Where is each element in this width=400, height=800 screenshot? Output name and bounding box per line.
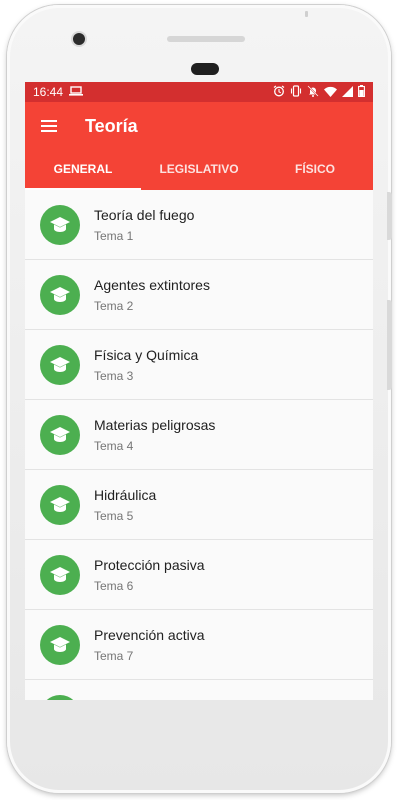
graduation-cap-icon (40, 554, 80, 595)
front-camera (73, 33, 85, 45)
item-subtitle: Tema 6 (94, 578, 134, 593)
graduation-cap-icon (40, 624, 80, 665)
wifi-icon (324, 86, 337, 99)
graduation-cap-icon (40, 274, 80, 315)
alarm-icon (273, 85, 285, 99)
item-title: Agentes extintores (94, 276, 210, 293)
item-title: Prevención activa (94, 626, 205, 643)
item-title: Teoría del fuego (94, 206, 195, 223)
list-item[interactable]: Teoría del fuego Tema 1 (25, 190, 373, 260)
list-item[interactable]: Agentes extintores Tema 2 (25, 260, 373, 330)
top-microphone (305, 11, 308, 17)
list-item[interactable]: Materias peligrosas Tema 4 (25, 400, 373, 470)
graduation-cap-icon (40, 344, 80, 385)
proximity-sensor (191, 63, 219, 75)
graduation-cap-icon (40, 694, 80, 700)
menu-icon[interactable] (41, 120, 57, 132)
battery-icon (358, 85, 365, 99)
list-item[interactable]: Física y Química Tema 3 (25, 330, 373, 400)
item-subtitle: Tema 3 (94, 368, 134, 383)
item-title: Materias peligrosas (94, 416, 216, 433)
item-title: Física y Química (94, 346, 199, 363)
topic-list: Teoría del fuego Tema 1 Agentes extintor… (25, 190, 373, 700)
item-subtitle: Tema 4 (94, 438, 134, 453)
graduation-cap-icon (40, 484, 80, 525)
tab-legislativo[interactable]: LEGISLATIVO (141, 150, 257, 190)
page-title: Teoría (85, 115, 138, 136)
item-subtitle: Tema 2 (94, 298, 134, 313)
notifications-off-icon (307, 85, 319, 99)
item-subtitle: Tema 7 (94, 648, 134, 663)
list-item-partial[interactable] (25, 680, 373, 700)
graduation-cap-icon (40, 414, 80, 455)
list-item[interactable]: Prevención activa Tema 7 (25, 610, 373, 680)
graduation-cap-icon (40, 204, 80, 245)
tab-bar: GENERAL LEGISLATIVO FÍSICO (25, 150, 373, 190)
item-title: Hidráulica (94, 486, 157, 503)
tab-general[interactable]: GENERAL (25, 150, 141, 190)
list-item[interactable]: Protección pasiva Tema 6 (25, 540, 373, 610)
laptop-icon (69, 85, 84, 99)
status-bar: 16:44 (25, 82, 373, 102)
status-time: 16:44 (33, 85, 64, 99)
vibrate-icon (290, 85, 302, 99)
item-subtitle: Tema 1 (94, 228, 134, 243)
volume-button (387, 300, 392, 390)
signal-icon (342, 85, 353, 99)
tab-indicator (25, 188, 141, 190)
item-subtitle: Tema 5 (94, 508, 134, 523)
app-bar: Teoría (25, 102, 373, 150)
item-title: Protección pasiva (94, 556, 205, 573)
list-item[interactable]: Hidráulica Tema 5 (25, 470, 373, 540)
tab-fisico[interactable]: FÍSICO (257, 150, 373, 190)
side-button (387, 192, 392, 240)
earpiece (167, 36, 245, 42)
screen: 16:44 Teoría GENERAL LEGISLATIVO FÍSICO … (25, 82, 373, 700)
